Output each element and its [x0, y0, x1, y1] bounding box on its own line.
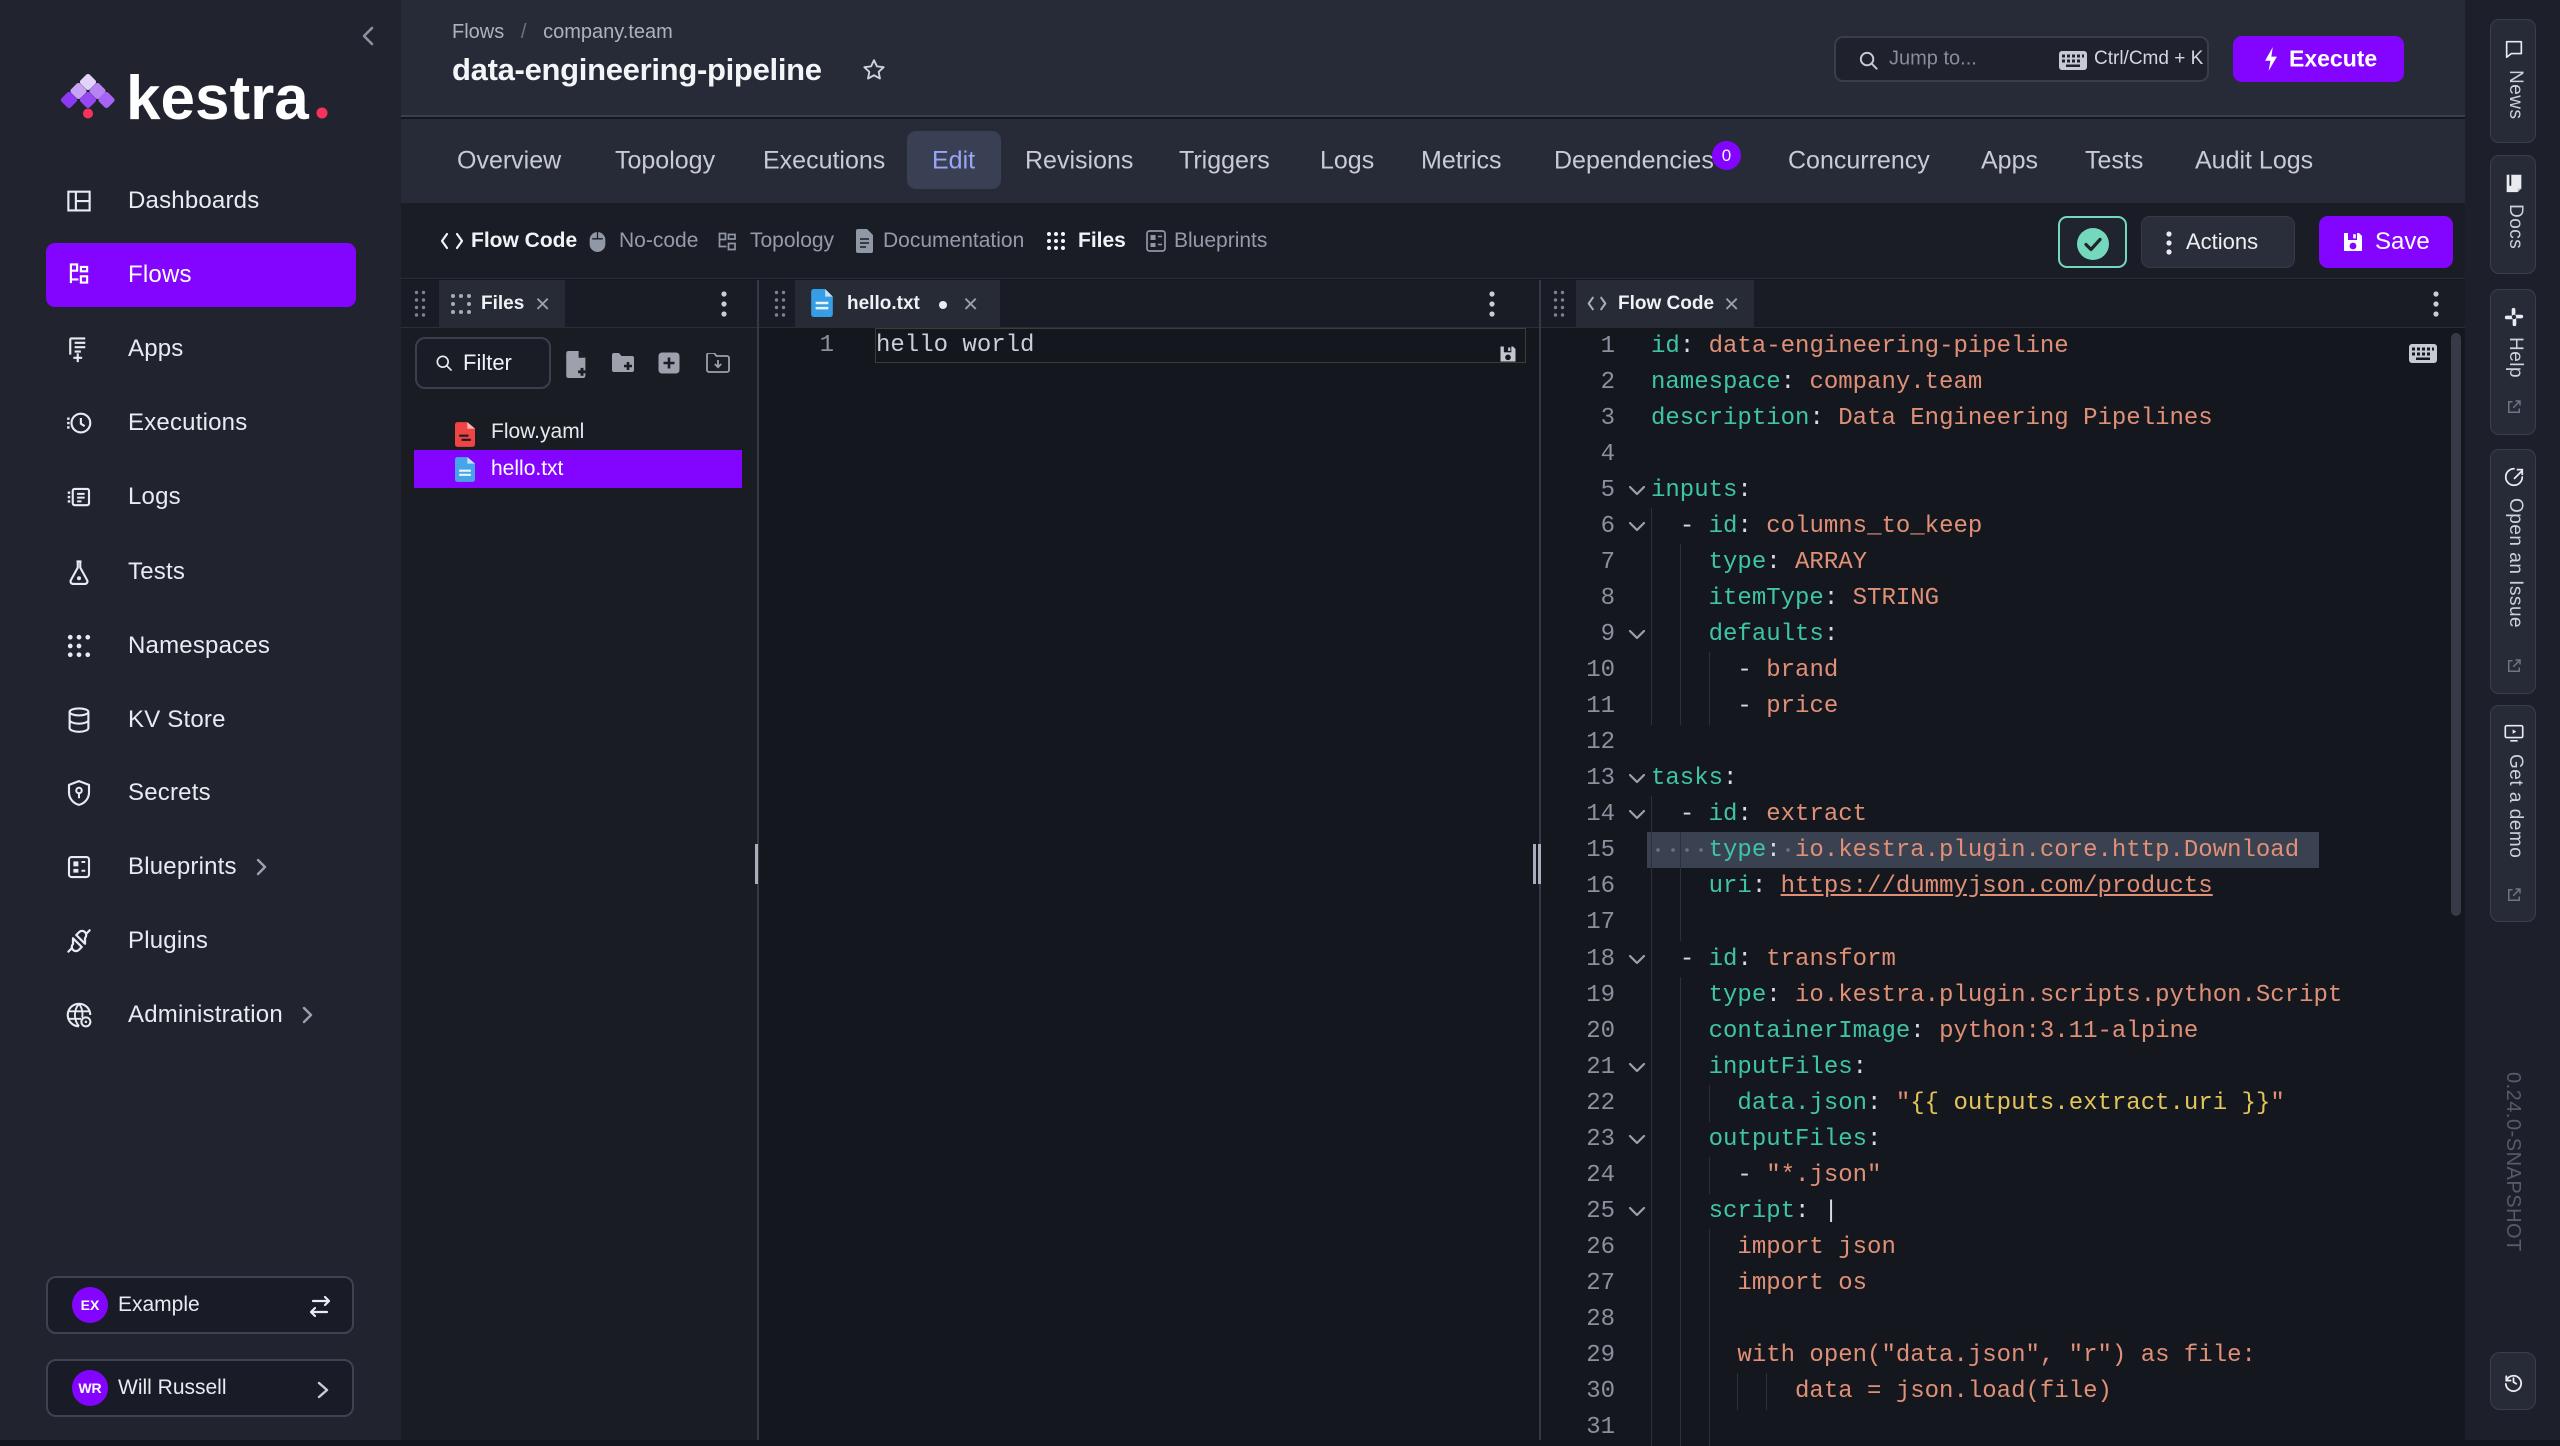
svg-text:kestra: kestra [126, 66, 309, 128]
